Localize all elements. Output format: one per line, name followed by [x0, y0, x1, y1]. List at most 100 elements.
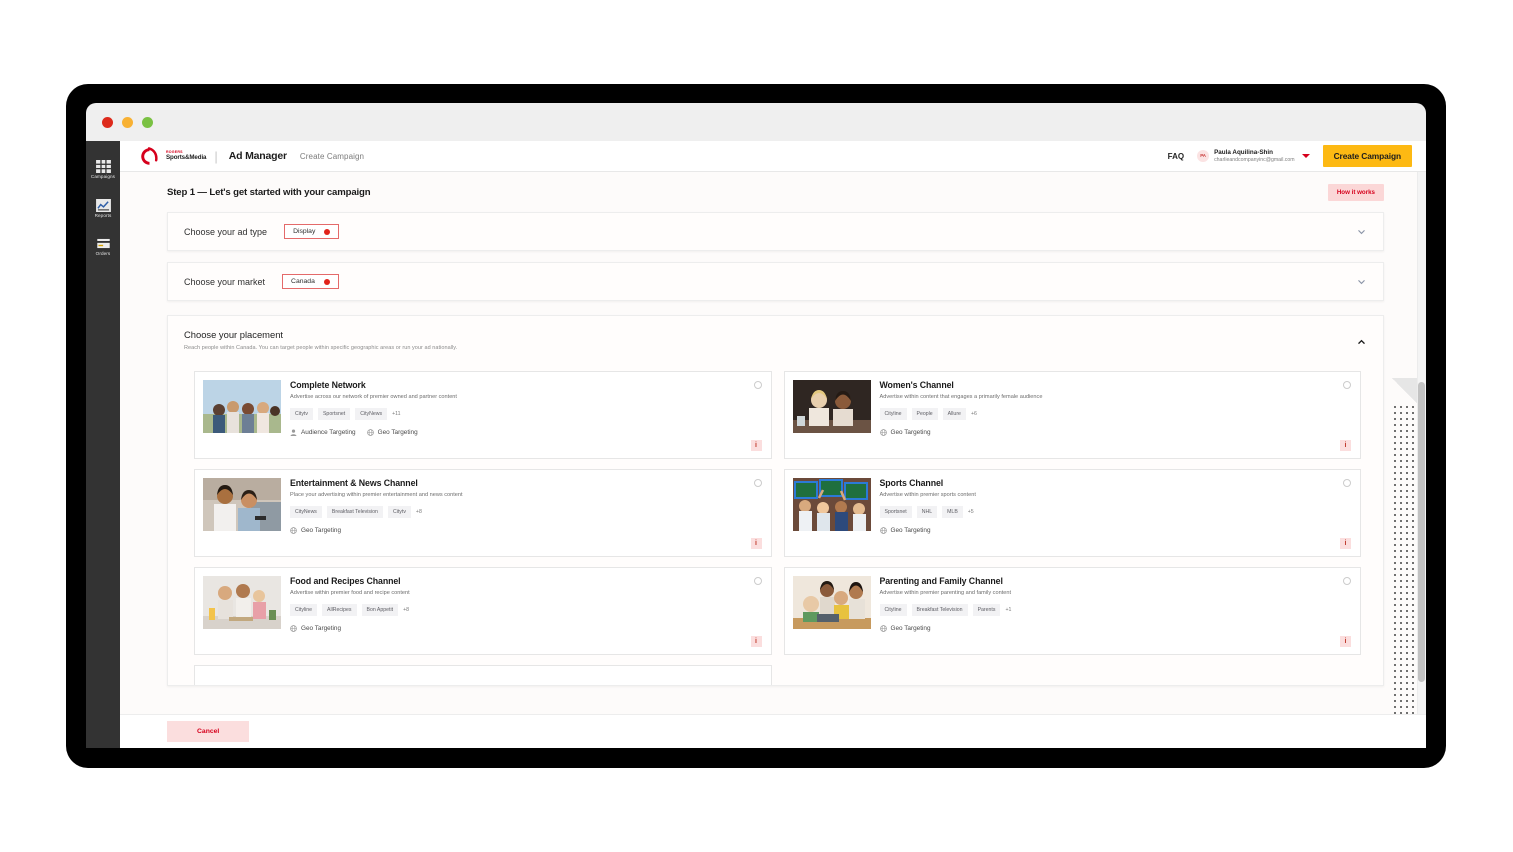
- sidebar-item-label: Reports: [94, 212, 112, 218]
- globe-icon: [879, 625, 887, 632]
- card-icon: [95, 238, 111, 250]
- selected-dot-icon: [324, 228, 331, 235]
- window-minimize-button[interactable]: [122, 116, 133, 128]
- sidebar-item-campaigns[interactable]: Campaigns: [86, 160, 120, 180]
- card-title: Food and Recipes Channel: [290, 576, 401, 586]
- placement-card-partial[interactable]: [194, 665, 772, 685]
- browser-window-frame: Campaigns Reports Orders ROGERS Sports&M…: [66, 84, 1446, 768]
- market-value-pill[interactable]: Canada: [282, 274, 339, 289]
- cancel-button[interactable]: Cancel: [167, 721, 250, 742]
- tag: NHL: [916, 506, 938, 518]
- globe-icon: [879, 429, 887, 436]
- sidebar-item-label: Orders: [95, 251, 111, 257]
- feature-geo-targeting: Geo Targeting: [366, 429, 418, 436]
- card-description: Place your advertising within premier en…: [290, 492, 463, 498]
- card-features: Geo Targeting: [290, 625, 762, 632]
- placement-card[interactable]: Women's Channel Advertise within content…: [783, 371, 1361, 459]
- placement-card[interactable]: Sports Channel Advertise within premier …: [783, 469, 1361, 557]
- tag: Cityline: [290, 604, 318, 616]
- card-tags: CityNews Breakfast Television Citytv +8: [290, 506, 762, 518]
- card-description: Advertise within premier sports content: [879, 492, 976, 498]
- tag-overflow-count[interactable]: +5: [968, 509, 974, 515]
- card-select-radio[interactable]: [1343, 381, 1351, 389]
- window-close-button[interactable]: [102, 116, 113, 128]
- card-features: Audience Targeting Geo Targeting: [290, 429, 762, 436]
- card-select-radio[interactable]: [1343, 577, 1351, 585]
- card-thumbnail: [203, 380, 281, 433]
- tag: Sportsnet: [879, 506, 912, 518]
- header-actions: FAQ PA Paula Aquilina-Shin charlieandcom…: [1168, 145, 1412, 167]
- tag-overflow-count[interactable]: +11: [392, 411, 400, 417]
- globe-icon: [290, 527, 297, 534]
- card-info-button[interactable]: i: [750, 636, 762, 647]
- card-thumbnail: [203, 478, 281, 531]
- sidebar-item-reports[interactable]: Reports: [86, 198, 120, 219]
- card-select-radio[interactable]: [753, 381, 762, 389]
- market-panel[interactable]: Choose your market Canada: [167, 262, 1384, 301]
- card-select-radio[interactable]: [1343, 479, 1351, 487]
- tag-overflow-count[interactable]: +8: [416, 509, 422, 515]
- page-body: Step 1 — Let's get started with your cam…: [120, 172, 1426, 748]
- card-title: Sports Channel: [879, 478, 944, 488]
- chevron-down-icon[interactable]: [1357, 227, 1366, 236]
- feature-audience-targeting: Audience Targeting: [290, 429, 356, 436]
- tag: Citytv: [290, 408, 313, 420]
- left-nav-rail: Campaigns Reports Orders: [86, 141, 120, 748]
- placement-card[interactable]: Parenting and Family Channel Advertise w…: [783, 567, 1361, 655]
- app-viewport: Campaigns Reports Orders ROGERS Sports&M…: [86, 141, 1426, 748]
- card-tags: Cityline Breakfast Television Parents +1: [879, 604, 1352, 616]
- feature-geo-targeting: Geo Targeting: [879, 429, 931, 436]
- feature-label: Geo Targeting: [301, 527, 342, 534]
- card-info-button[interactable]: i: [750, 538, 762, 549]
- card-tags: Cityline People Allure +6: [879, 408, 1352, 420]
- grid-icon: [95, 160, 111, 173]
- create-campaign-button[interactable]: Create Campaign: [1322, 145, 1412, 167]
- tag: Breakfast Television: [326, 506, 383, 518]
- account-email: charlieandcompanyinc@gmail.com: [1214, 156, 1295, 163]
- ad-type-panel[interactable]: Choose your ad type Display: [167, 212, 1384, 251]
- sports-fans-photo: [792, 478, 871, 531]
- globe-icon: [290, 625, 297, 632]
- tag: Breakfast Television: [911, 604, 968, 616]
- card-info-button[interactable]: i: [1340, 636, 1351, 647]
- chevron-down-icon[interactable]: [1357, 277, 1366, 286]
- ad-type-value: Display: [293, 228, 316, 235]
- card-select-radio[interactable]: [753, 479, 762, 487]
- feature-label: Geo Targeting: [890, 429, 931, 436]
- faq-link[interactable]: FAQ: [1168, 152, 1184, 161]
- sidebar-item-orders[interactable]: Orders: [86, 237, 120, 257]
- placement-card[interactable]: Entertainment & News Channel Place your …: [194, 469, 772, 557]
- family-kitchen-photo: [203, 576, 281, 629]
- tag-overflow-count[interactable]: +8: [403, 607, 409, 613]
- card-select-radio[interactable]: [753, 577, 762, 585]
- card-info-button[interactable]: i: [1340, 440, 1351, 451]
- rogers-logo-icon: [141, 146, 160, 166]
- placement-card-grid: Complete Network Advertise across our ne…: [168, 351, 1383, 685]
- card-thumbnail: [203, 576, 281, 629]
- ad-type-label: Choose your ad type: [184, 226, 268, 237]
- window-zoom-button[interactable]: [142, 116, 153, 128]
- chevron-up-icon[interactable]: [1357, 338, 1366, 347]
- card-info-button[interactable]: i: [1340, 538, 1351, 549]
- account-menu[interactable]: PA Paula Aquilina-Shin charlieandcompany…: [1197, 149, 1310, 163]
- breadcrumb[interactable]: Create Campaign: [300, 152, 364, 161]
- feature-geo-targeting: Geo Targeting: [290, 625, 341, 632]
- page-scrollbar-track[interactable]: [1417, 172, 1426, 748]
- placement-card[interactable]: Food and Recipes Channel Advertise withi…: [194, 567, 772, 655]
- tag: Bon Appetit: [361, 604, 399, 616]
- tag: MLB: [942, 506, 963, 518]
- chevron-down-icon: [1301, 153, 1310, 158]
- tag-overflow-count[interactable]: +6: [971, 411, 977, 417]
- how-it-works-button[interactable]: How it works: [1327, 184, 1384, 201]
- chart-icon: [95, 198, 111, 212]
- ad-type-value-pill[interactable]: Display: [284, 224, 340, 239]
- brand-logo[interactable]: ROGERS Sports&Media | Ad Manager: [139, 146, 287, 166]
- placement-subtitle: Reach people within Canada. You can targ…: [184, 345, 458, 351]
- placement-header: Choose your placement Reach people withi…: [168, 329, 1383, 351]
- card-info-button[interactable]: i: [750, 440, 762, 451]
- page-scrollbar-thumb[interactable]: [1418, 382, 1425, 682]
- tag: AllRecipes: [322, 604, 357, 616]
- tag-overflow-count[interactable]: +1: [1005, 607, 1011, 613]
- feature-geo-targeting: Geo Targeting: [290, 527, 341, 534]
- placement-card[interactable]: Complete Network Advertise across our ne…: [194, 371, 772, 459]
